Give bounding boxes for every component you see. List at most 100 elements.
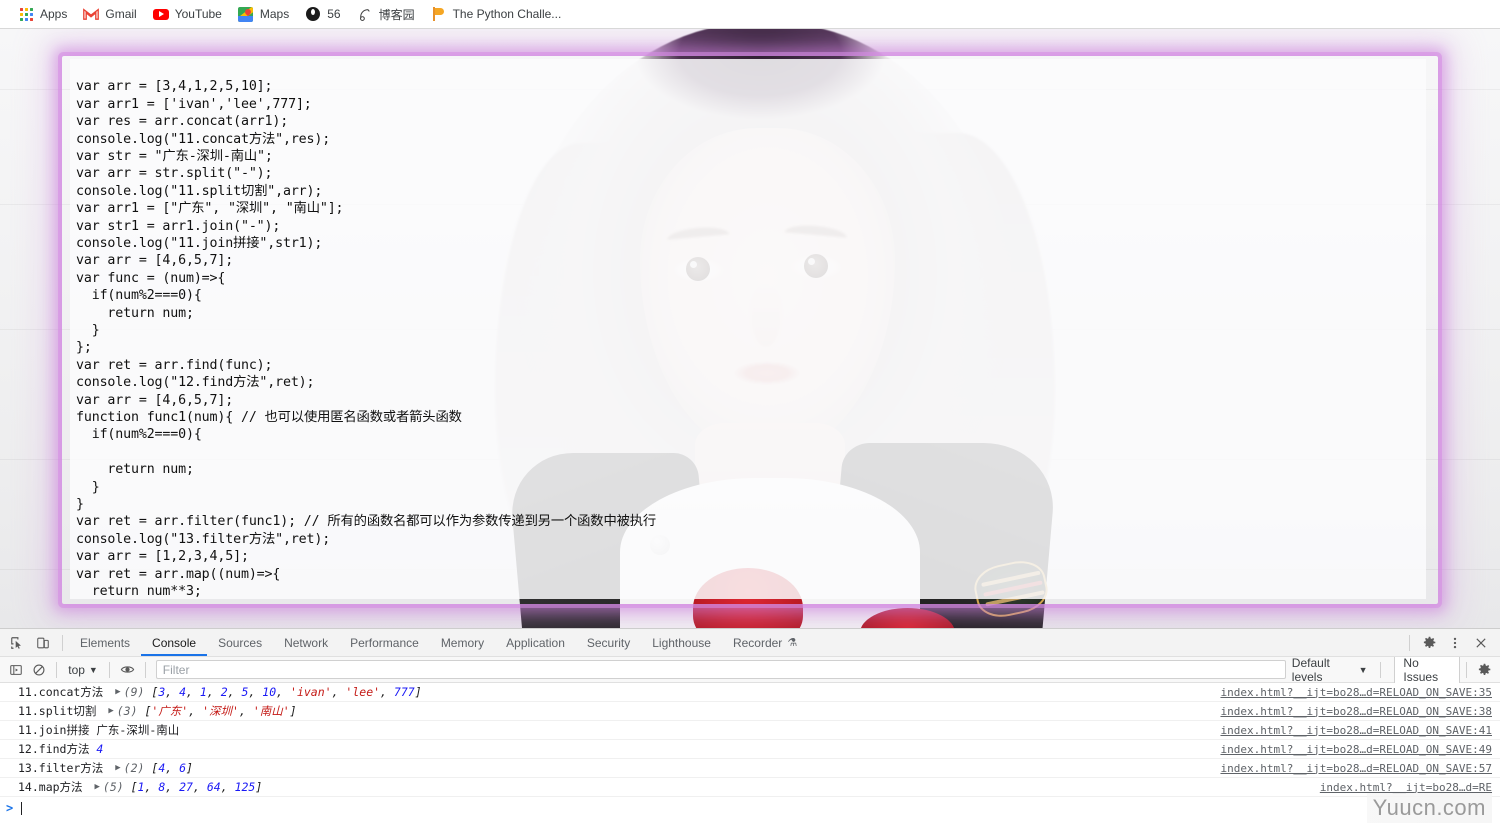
console-value-token: , <box>331 685 346 699</box>
tab-label: Console <box>152 635 197 650</box>
array-length: (3) <box>116 704 145 718</box>
close-icon[interactable] <box>1468 631 1494 655</box>
tab-application[interactable]: Application <box>495 629 576 656</box>
bookmark-label: The Python Challe... <box>452 7 562 21</box>
console-value-token: 10 <box>262 685 277 699</box>
console-value-token: '深圳' <box>202 704 239 718</box>
console-source-link[interactable]: index.html?__ijt=bo28…d=RELOAD_ON_SAVE:4… <box>1220 724 1492 737</box>
console-source-link[interactable]: index.html?__ijt=bo28…d=RELOAD_ON_SAVE:4… <box>1220 743 1492 756</box>
bookmark-label: Maps <box>259 7 290 21</box>
cnblogs-icon <box>357 6 373 22</box>
tab-label: Network <box>284 635 329 650</box>
bookmark-python-challenge[interactable]: The Python Challe... <box>423 3 570 25</box>
prompt-chevron-icon: > <box>6 801 14 815</box>
console-value-token: 1 <box>137 780 145 794</box>
bookmark-cnblogs[interactable]: 博客园 <box>349 3 423 25</box>
bookmark-label: YouTube <box>174 7 222 21</box>
console-message-label: 11.concat方法 <box>18 685 111 699</box>
console-source-link[interactable]: index.html?__ijt=bo28…d=RELOAD_ON_SAVE:3… <box>1220 686 1492 699</box>
console-toolbar-divider-3 <box>144 661 146 678</box>
bookmark-maps[interactable]: Maps <box>230 3 297 25</box>
more-vertical-icon[interactable] <box>1442 631 1468 655</box>
code-listing: var arr = [3,4,1,2,5,10]; var arr1 = ['i… <box>76 79 657 599</box>
expand-triangle-icon[interactable]: ▶ <box>115 687 120 697</box>
console-source-link[interactable]: index.html?__ijt=bo28…d=RELOAD_ON_SAVE:5… <box>1220 762 1492 775</box>
console-source-link[interactable]: index.html?__ijt=bo28…d=RELOAD_ON_SAVE:3… <box>1220 705 1492 718</box>
tab-performance[interactable]: Performance <box>339 629 430 656</box>
expand-triangle-icon[interactable]: ▶ <box>94 782 99 792</box>
tab-sources[interactable]: Sources <box>207 629 273 656</box>
bookmark-apps[interactable]: Apps <box>10 3 75 25</box>
console-message-row[interactable]: 11.split切割 ▶ (3) ['广东', '深圳', '南山'] index.… <box>0 702 1500 721</box>
toolbar-divider-right <box>1409 634 1410 651</box>
inspect-element-icon[interactable] <box>4 631 30 655</box>
expand-triangle-icon[interactable]: ▶ <box>115 763 120 773</box>
issues-button[interactable]: No Issues <box>1394 653 1460 686</box>
live-expression-eye-icon[interactable] <box>116 658 139 682</box>
bookmarks-bar: Apps Gmail YouTube Maps 56 博客园 The Pytho… <box>0 0 1500 29</box>
console-message-label: 12.find方法 <box>18 742 97 756</box>
tab-label: Elements <box>80 635 131 650</box>
console-value-token: [ <box>130 780 138 794</box>
google-maps-icon <box>238 6 254 22</box>
console-value-token: 64 <box>206 780 221 794</box>
console-source-link[interactable]: index.html?__ijt=bo28…d=RE <box>1320 781 1492 794</box>
console-value-token: , <box>227 685 242 699</box>
console-value-token: , <box>238 704 253 718</box>
console-message-label: 11.split切割 <box>18 704 104 718</box>
console-value-token: [ <box>144 704 152 718</box>
devtools-panel: Elements Console Sources Network Perform… <box>0 628 1500 825</box>
tab-label: Lighthouse <box>652 635 711 650</box>
console-message-row[interactable]: 11.join拼接 广东-深圳-南山 index.html?__ijt=bo28…… <box>0 721 1500 740</box>
console-toolbar: top ▼ Default levels ▼ No Issues <box>0 653 1500 686</box>
console-value-token: 6 <box>179 761 187 775</box>
console-value-token: ] <box>289 704 297 718</box>
gear-icon[interactable] <box>1416 631 1442 655</box>
execution-context-value: top <box>68 662 85 677</box>
array-length: (9) <box>123 685 152 699</box>
console-value-token: , <box>276 685 291 699</box>
console-value-token: '南山' <box>252 704 290 718</box>
bookmark-56[interactable]: 56 <box>297 3 348 25</box>
tab-memory[interactable]: Memory <box>430 629 495 656</box>
bookmark-youtube[interactable]: YouTube <box>145 3 230 25</box>
tab-lighthouse[interactable]: Lighthouse <box>641 629 722 656</box>
clear-console-icon[interactable] <box>27 658 50 682</box>
console-value-token: 'ivan' <box>290 685 332 699</box>
tab-recorder[interactable]: Recorder ⚗ <box>722 629 808 656</box>
log-levels-select[interactable]: Default levels ▼ <box>1286 655 1374 685</box>
console-value-token: , <box>248 685 263 699</box>
console-value-token: 4 <box>179 685 187 699</box>
execution-context-select[interactable]: top ▼ <box>63 662 103 678</box>
console-prompt[interactable]: > <box>0 797 1500 819</box>
tab-console[interactable]: Console <box>141 629 207 656</box>
console-toolbar-divider-5 <box>1465 661 1467 678</box>
apps-grid-icon <box>18 6 34 22</box>
issues-label: No Issues <box>1403 655 1439 684</box>
orange-flag-icon <box>431 6 447 22</box>
console-value-token: , <box>380 685 394 699</box>
tab-security[interactable]: Security <box>576 629 641 656</box>
device-toolbar-icon[interactable] <box>30 631 56 655</box>
bookmark-label: 56 <box>327 7 341 21</box>
console-message-row[interactable]: 14.map方法 ▶ (5) [1, 8, 27, 64, 125] index.h… <box>0 778 1500 797</box>
console-value-token: 125 <box>234 780 256 794</box>
console-sidebar-icon[interactable] <box>4 658 27 682</box>
bookmark-label: Gmail <box>105 7 137 21</box>
console-value-token: 27 <box>179 780 193 794</box>
console-value-token: '广东' <box>151 704 189 718</box>
toolbar-divider <box>62 634 63 651</box>
console-message-row[interactable]: 11.concat方法 ▶ (9) [3, 4, 1, 2, 5, 10, 'iv… <box>0 683 1500 702</box>
console-value-token: , <box>206 685 221 699</box>
tab-elements[interactable]: Elements <box>69 629 141 656</box>
console-settings-gear-icon[interactable] <box>1473 658 1496 682</box>
bookmark-label: Apps <box>40 7 68 21</box>
console-value-token: 4 <box>158 761 166 775</box>
filter-input[interactable] <box>155 660 1286 679</box>
console-message-row[interactable]: 12.find方法 4 index.html?__ijt=bo28…d=RELOA… <box>0 740 1500 759</box>
expand-triangle-icon[interactable]: ▶ <box>108 706 113 716</box>
bookmark-gmail[interactable]: Gmail <box>75 3 144 25</box>
tab-network[interactable]: Network <box>273 629 339 656</box>
console-value-token: ] <box>186 761 193 775</box>
console-message-row[interactable]: 13.filter方法 ▶ (2) [4, 6] index.html?__ijt=… <box>0 759 1500 778</box>
